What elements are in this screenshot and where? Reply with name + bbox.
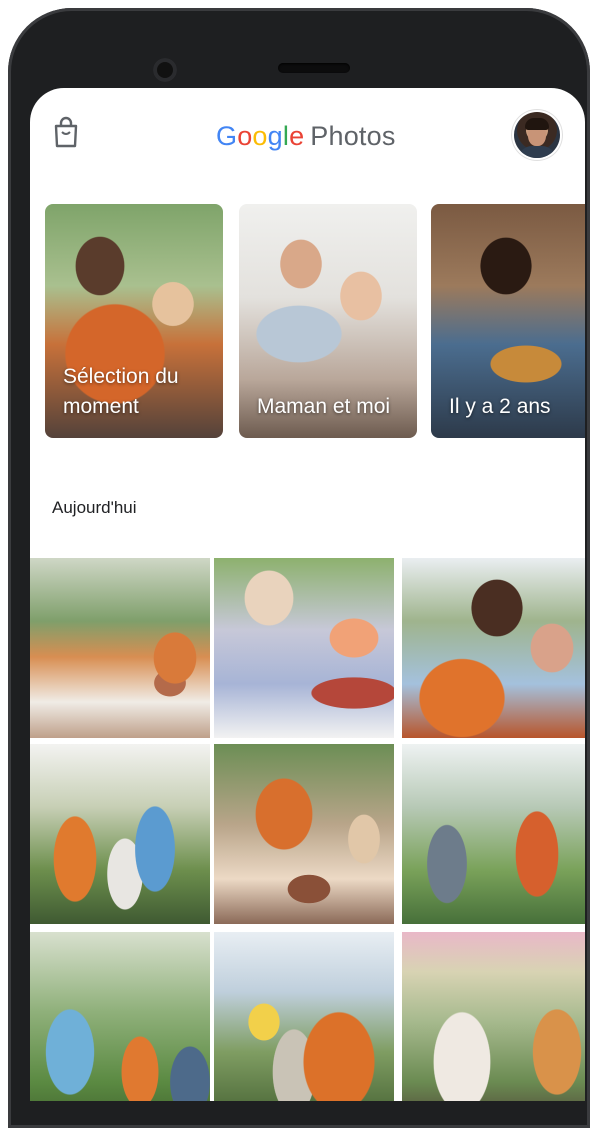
photo-thumbnail[interactable] — [402, 558, 585, 738]
photo-thumbnail[interactable] — [214, 932, 394, 1101]
earpiece-speaker — [278, 63, 350, 73]
memories-carousel: Sélection du moment Maman et moi Il y a … — [30, 204, 585, 440]
app-screen: Google Photos Sélection du moment Maman e… — [30, 88, 585, 1101]
memory-card[interactable]: Il y a 2 ans — [431, 204, 585, 438]
photo-thumbnail[interactable] — [214, 558, 394, 738]
photo-thumbnail[interactable] — [30, 744, 210, 924]
section-date-header: Aujourd'hui — [52, 498, 137, 517]
top-app-bar: Google Photos — [30, 88, 585, 188]
memory-card[interactable]: Maman et moi — [239, 204, 417, 438]
memory-card-label: Sélection du moment — [63, 365, 179, 418]
memory-card[interactable]: Sélection du moment — [45, 204, 223, 438]
front-camera — [153, 58, 177, 82]
google-photos-logo: Google Photos — [216, 121, 396, 151]
photo-thumbnail[interactable] — [402, 744, 585, 924]
product-name: Photos — [310, 121, 396, 151]
photo-thumbnail[interactable] — [30, 558, 210, 738]
photo-thumbnail[interactable] — [30, 932, 210, 1101]
memory-card-label: Il y a 2 ans — [449, 395, 551, 418]
shopping-bag-icon[interactable] — [52, 116, 80, 148]
memory-card-label: Maman et moi — [257, 395, 391, 418]
account-avatar[interactable] — [514, 112, 560, 158]
photo-thumbnail[interactable] — [402, 932, 585, 1101]
photo-thumbnail[interactable] — [214, 744, 394, 924]
